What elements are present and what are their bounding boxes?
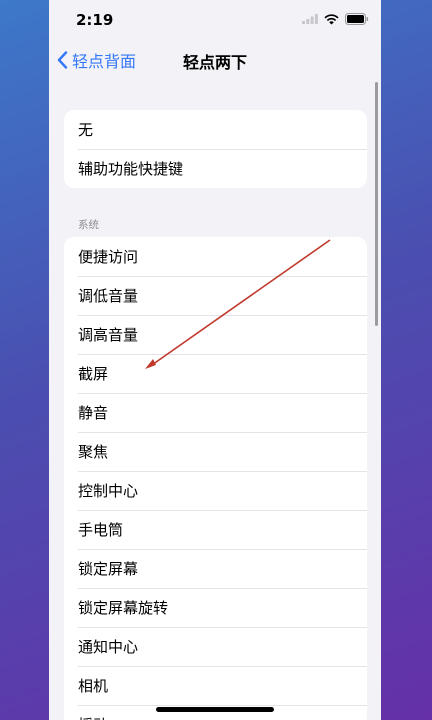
option-label: 摇动 (78, 714, 108, 720)
option-label: 无 (78, 121, 94, 139)
option-focus[interactable]: 聚焦 (64, 432, 367, 471)
option-label: 调低音量 (78, 287, 139, 305)
option-label: 通知中心 (78, 638, 139, 656)
option-mute[interactable]: 静音 (64, 393, 367, 432)
top-options-group: 无 辅助功能快捷键 (64, 110, 367, 188)
option-label: 截屏 (78, 365, 109, 383)
battery-icon (345, 13, 369, 25)
option-none[interactable]: 无 (64, 110, 367, 149)
signal-icon (302, 14, 318, 24)
option-label: 控制中心 (78, 482, 139, 500)
option-label: 相机 (78, 677, 109, 695)
status-time: 2:19 (76, 11, 114, 29)
section-header-system: 系统 (78, 219, 99, 231)
wifi-icon (324, 13, 339, 24)
option-control-center[interactable]: 控制中心 (64, 471, 367, 510)
option-label: 锁定屏幕 (78, 560, 139, 578)
option-label: 便捷访问 (78, 248, 139, 266)
system-options-group: 便捷访问 调低音量 调高音量 截屏 静音 聚焦 控制中心 手电筒 锁定屏幕 锁定… (64, 237, 367, 720)
page-title: 轻点两下 (182, 53, 247, 72)
option-volume-down[interactable]: 调低音量 (64, 276, 367, 315)
option-label: 静音 (78, 404, 109, 422)
option-camera[interactable]: 相机 (64, 666, 367, 705)
option-notification-center[interactable]: 通知中心 (64, 627, 367, 666)
option-accessibility-shortcut[interactable]: 辅助功能快捷键 (64, 149, 367, 188)
option-label: 调高音量 (78, 326, 139, 344)
option-label: 锁定屏幕旋转 (78, 599, 169, 617)
option-label: 聚焦 (78, 443, 109, 461)
status-bar: 2:19 (49, 0, 381, 40)
option-label: 辅助功能快捷键 (78, 160, 184, 178)
option-lock-rotation[interactable]: 锁定屏幕旋转 (64, 588, 367, 627)
option-flashlight[interactable]: 手电筒 (64, 510, 367, 549)
option-screenshot[interactable]: 截屏 (64, 354, 367, 393)
option-lock-screen[interactable]: 锁定屏幕 (64, 549, 367, 588)
option-volume-up[interactable]: 调高音量 (64, 315, 367, 354)
scrollbar[interactable] (375, 82, 378, 326)
option-label: 手电筒 (78, 521, 124, 539)
navigation-bar: 轻点背面 轻点两下 (49, 40, 381, 80)
phone-screen: 2:19 轻点背面 轻点两下 无 辅助功能快捷键 系统 便捷访问 调低音量 调高… (49, 0, 381, 720)
home-indicator[interactable] (156, 707, 274, 712)
status-icons (302, 13, 369, 25)
option-reachability[interactable]: 便捷访问 (64, 237, 367, 276)
